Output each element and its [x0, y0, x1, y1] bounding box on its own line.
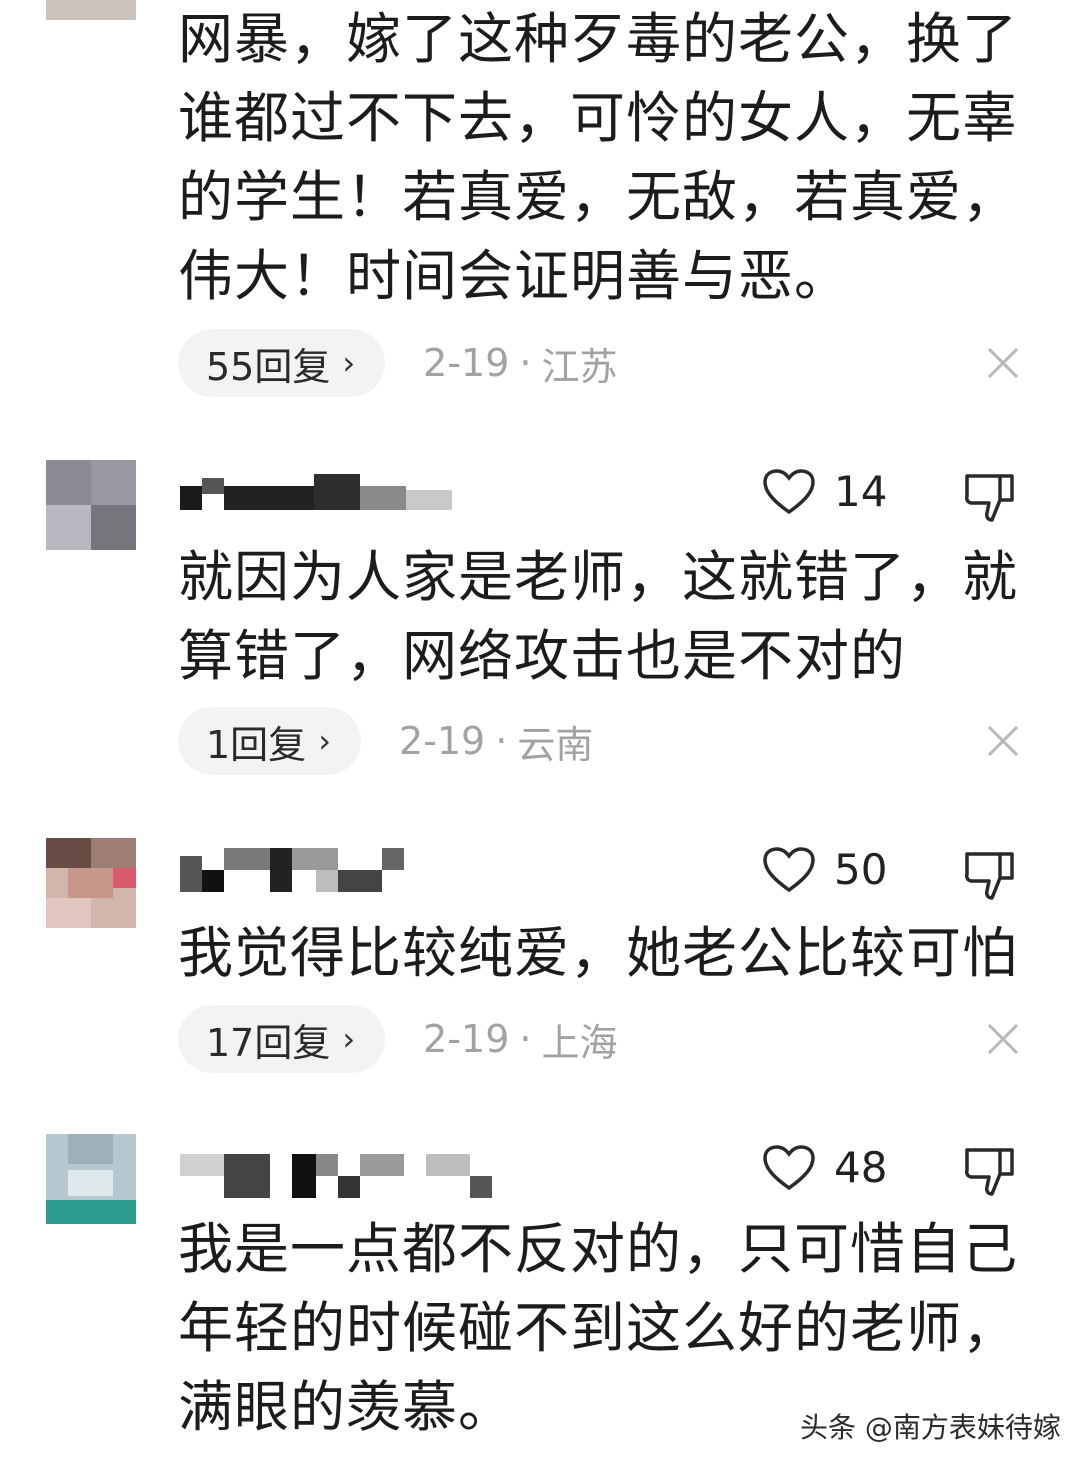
comment-meta: 55回复 › 2-19 · 江苏	[178, 328, 618, 398]
comment-meta: 17回复 › 2-19 · 上海	[178, 1004, 618, 1074]
like-count: 48	[834, 1143, 888, 1192]
comment-date: 2-19	[423, 1017, 510, 1061]
like-count: 50	[834, 845, 888, 894]
avatar[interactable]	[46, 0, 136, 20]
username-mosaic[interactable]	[180, 844, 410, 892]
comment-location: 云南	[517, 722, 594, 767]
thumbs-down-outline-icon	[965, 1148, 1014, 1196]
chevron-right-icon: ›	[342, 1020, 356, 1058]
avatar[interactable]	[46, 838, 136, 928]
username-mosaic[interactable]	[180, 468, 470, 516]
chevron-right-icon: ›	[342, 344, 356, 382]
like-button[interactable]: 50	[762, 846, 887, 894]
reply-button[interactable]: 17回复 ›	[178, 1005, 386, 1073]
dislike-button[interactable]	[962, 848, 1018, 908]
reply-button[interactable]: 1回复 ›	[178, 707, 361, 775]
comment-text: 我觉得比较纯爱，她老公比较可怕	[178, 921, 1019, 985]
comment-info: 2-19 · 上海	[423, 1012, 617, 1067]
username-mosaic[interactable]	[180, 1144, 500, 1198]
heart-outline-icon	[763, 1145, 815, 1191]
comment-info: 2-19 · 云南	[399, 714, 593, 769]
comment-location: 上海	[541, 1020, 618, 1065]
thumbs-down-outline-icon	[965, 852, 1014, 900]
reply-count: 17回复	[206, 1020, 331, 1065]
chevron-right-icon: ›	[318, 722, 331, 760]
comment-location: 江苏	[541, 344, 618, 389]
comment-meta: 1回复 › 2-19 · 云南	[178, 706, 593, 776]
close-icon[interactable]	[986, 1022, 1020, 1060]
reply-count: 55回复	[206, 344, 331, 389]
comment-text: 网暴，嫁了这种歹毒的老公，换了谁都过不下去，可怜的女人，无辜的学生！若真爱，无敌…	[178, 7, 1019, 308]
comment-info: 2-19 · 江苏	[423, 336, 617, 391]
like-button[interactable]: 14	[762, 468, 887, 516]
like-count: 14	[834, 467, 888, 516]
avatar[interactable]	[46, 1134, 136, 1224]
dislike-button[interactable]	[962, 470, 1018, 530]
dislike-button[interactable]	[962, 1144, 1018, 1204]
close-icon[interactable]	[986, 346, 1020, 384]
close-icon[interactable]	[986, 724, 1020, 762]
watermark: 头条 @南方表妹待嫁	[800, 1411, 1061, 1444]
reply-count: 1回复	[206, 722, 307, 767]
like-button[interactable]: 48	[762, 1144, 887, 1192]
heart-outline-icon	[763, 469, 815, 515]
comment-text: 就因为人家是老师，这就错了，就算错了，网络攻击也是不对的	[178, 545, 1019, 688]
thumbs-down-outline-icon	[965, 474, 1014, 522]
comment-date: 2-19	[423, 341, 510, 385]
avatar[interactable]	[46, 460, 136, 550]
comment-date: 2-19	[398, 719, 486, 763]
heart-outline-icon	[763, 847, 815, 893]
reply-button[interactable]: 55回复 ›	[178, 329, 386, 397]
